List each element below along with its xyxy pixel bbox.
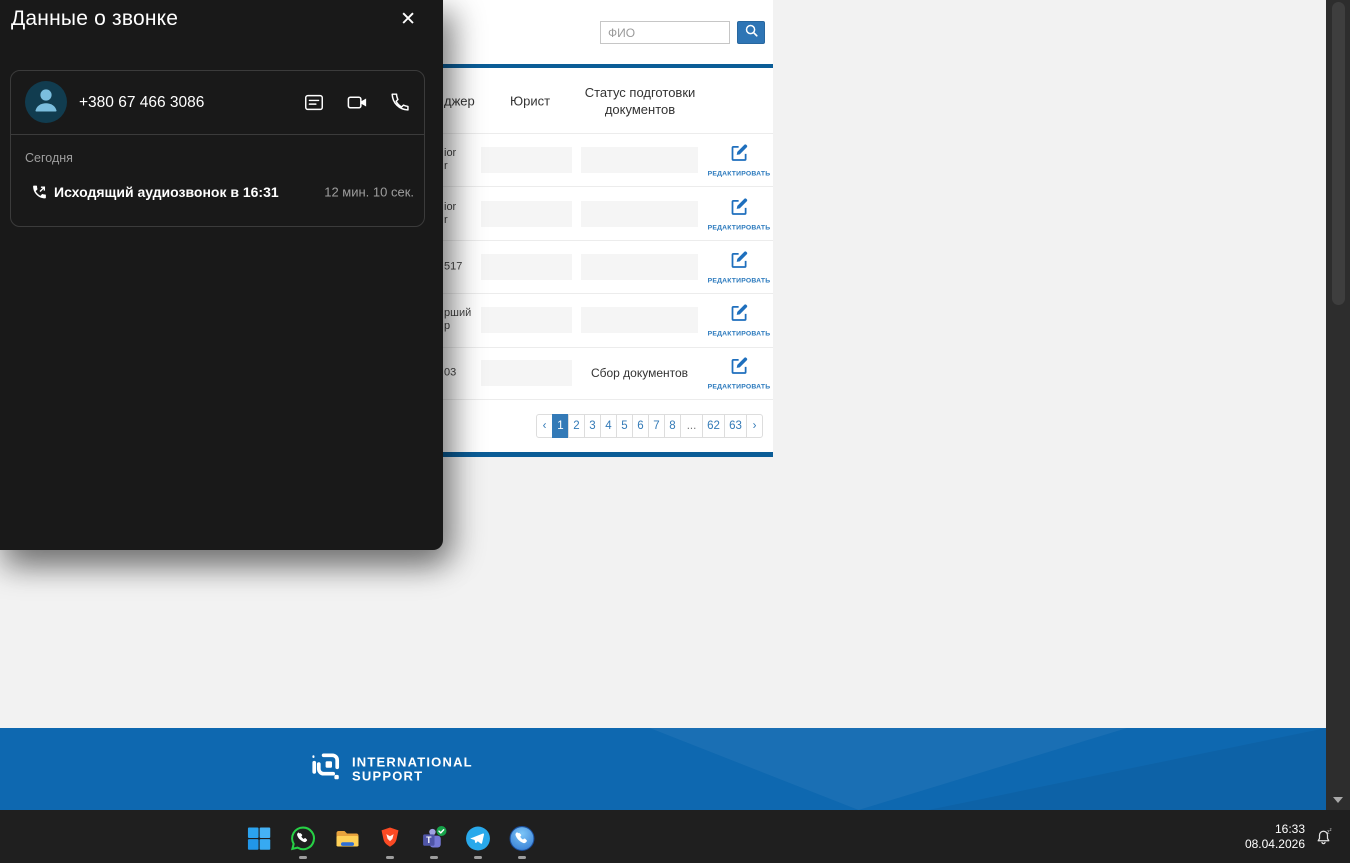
edit-button[interactable]: РЕДАКТИРОВАТЬ xyxy=(708,356,770,391)
edit-button-label: РЕДАКТИРОВАТЬ xyxy=(707,330,771,338)
edit-button-label: РЕДАКТИРОВАТЬ xyxy=(707,170,771,178)
contact-phone-number: +380 67 466 3086 xyxy=(79,93,205,111)
pagination-prev[interactable]: ‹ xyxy=(536,414,553,438)
pagination-ellipsis: ... xyxy=(680,414,703,438)
video-call-icon[interactable] xyxy=(346,91,369,114)
person-icon xyxy=(25,79,67,126)
brand-line-1: INTERNATIONAL xyxy=(352,754,473,769)
row-text-fragment: ior r xyxy=(444,147,457,173)
pagination-page[interactable]: 62 xyxy=(702,414,725,438)
svg-text:T: T xyxy=(426,835,432,845)
edit-button[interactable]: РЕДАКТИРОВАТЬ xyxy=(708,249,770,284)
row-text-fragment: рший р xyxy=(444,307,472,333)
call-log-entry[interactable]: Исходящий аудиозвонок в 16:31 12 мин. 10… xyxy=(11,177,424,207)
start-button[interactable] xyxy=(246,825,273,852)
status-cell-placeholder xyxy=(581,307,698,334)
pagination-page[interactable]: 6 xyxy=(632,414,649,438)
file-explorer-icon[interactable] xyxy=(334,825,361,852)
teams-icon[interactable]: T xyxy=(421,825,448,852)
footer-brand: INTERNATIONAL SUPPORT xyxy=(310,751,473,788)
lawyer-cell-placeholder xyxy=(481,200,572,227)
outgoing-call-icon xyxy=(31,184,48,201)
running-indicator-phone-app xyxy=(518,856,526,859)
phone-app-icon[interactable] xyxy=(509,825,536,852)
card-divider xyxy=(11,134,424,135)
pagination-page[interactable]: 3 xyxy=(584,414,601,438)
column-header-lawyer: Юрист xyxy=(509,93,551,108)
edit-button-label: РЕДАКТИРОВАТЬ xyxy=(707,224,771,232)
edit-button[interactable]: РЕДАКТИРОВАТЬ xyxy=(708,196,770,231)
edit-icon xyxy=(729,249,750,275)
edit-icon xyxy=(729,356,750,382)
edit-button-label: РЕДАКТИРОВАТЬ xyxy=(707,277,771,285)
search-area xyxy=(600,21,765,44)
pagination-page[interactable]: 1 xyxy=(552,414,569,438)
taskbar: T 16:33 08.04.2026 zz xyxy=(0,810,1350,863)
pagination-next[interactable]: › xyxy=(746,414,763,438)
status-cell-placeholder xyxy=(581,253,698,280)
lawyer-cell-placeholder xyxy=(481,147,572,174)
message-icon[interactable] xyxy=(303,92,325,114)
pagination-page[interactable]: 5 xyxy=(616,414,633,438)
call-entry-text: Исходящий аудиозвонок в 16:31 xyxy=(54,184,279,200)
running-indicator-whatsapp xyxy=(299,856,307,859)
notification-bell-zzz-icon[interactable]: zz xyxy=(1314,827,1333,846)
telegram-icon[interactable] xyxy=(465,825,492,852)
edit-button[interactable]: РЕДАКТИРОВАТЬ xyxy=(708,303,770,338)
row-text-fragment: 03 xyxy=(444,366,457,379)
clock-time: 16:33 xyxy=(1274,821,1305,836)
pagination-page[interactable]: 7 xyxy=(648,414,665,438)
whatsapp-icon[interactable] xyxy=(290,825,317,852)
scroll-down-button[interactable] xyxy=(1332,795,1345,805)
edit-icon xyxy=(729,143,750,169)
lawyer-cell-placeholder xyxy=(481,253,572,280)
search-input[interactable] xyxy=(600,21,730,44)
brand-line-2: SUPPORT xyxy=(352,768,424,783)
search-icon xyxy=(744,23,759,43)
contact-card: +380 67 466 3086 Сегодня Исходящий аудио… xyxy=(10,70,425,227)
pagination-page[interactable]: 8 xyxy=(664,414,681,438)
lawyer-cell-placeholder xyxy=(481,360,572,387)
contact-row: +380 67 466 3086 xyxy=(11,71,424,134)
running-indicator-brave xyxy=(386,856,394,859)
status-cell-placeholder xyxy=(581,200,698,227)
lawyer-cell-placeholder xyxy=(481,307,572,334)
brand-logo-icon xyxy=(310,751,342,788)
edit-icon xyxy=(729,303,750,329)
row-text-fragment: ior r xyxy=(444,200,457,226)
site-footer: INTERNATIONAL SUPPORT xyxy=(0,728,1326,810)
edit-button[interactable]: РЕДАКТИРОВАТЬ xyxy=(708,143,770,178)
voice-call-icon[interactable] xyxy=(390,92,411,113)
pagination: ‹ 1 2 3 4 5 6 7 8 ... 62 63 › xyxy=(536,414,763,438)
edit-icon xyxy=(729,196,750,222)
call-details-panel: Данные о звонке ✕ +380 67 466 3086 Сегод… xyxy=(0,0,443,550)
pagination-page[interactable]: 2 xyxy=(568,414,585,438)
avatar xyxy=(25,81,67,123)
running-indicator-teams xyxy=(430,856,438,859)
brave-icon[interactable] xyxy=(377,825,404,852)
screen: джер Юрист Статус подготовки документов … xyxy=(0,0,1350,863)
contact-actions xyxy=(303,71,411,134)
pagination-page[interactable]: 4 xyxy=(600,414,617,438)
history-day-label: Сегодня xyxy=(25,151,73,165)
running-indicator-telegram xyxy=(474,856,482,859)
status-cell-placeholder xyxy=(581,147,698,174)
close-icon[interactable]: ✕ xyxy=(400,8,416,31)
column-header-status: Статус подготовки документов xyxy=(584,84,696,117)
scrollbar-thumb[interactable] xyxy=(1332,2,1345,305)
svg-text:z: z xyxy=(1330,827,1332,832)
scrollbar-track[interactable] xyxy=(1326,0,1350,810)
edit-button-label: РЕДАКТИРОВАТЬ xyxy=(707,383,771,391)
status-cell-value: Сбор документов xyxy=(590,366,689,381)
panel-title: Данные о звонке xyxy=(11,7,179,30)
clock-date: 08.04.2026 xyxy=(1244,836,1305,851)
pagination-page[interactable]: 63 xyxy=(724,414,747,438)
search-button[interactable] xyxy=(737,21,765,44)
column-header-manager: джер xyxy=(444,93,475,108)
row-text-fragment: 517 xyxy=(444,260,463,273)
taskbar-clock[interactable]: 16:33 08.04.2026 xyxy=(1245,822,1305,852)
call-entry-duration: 12 мин. 10 сек. xyxy=(324,184,414,200)
